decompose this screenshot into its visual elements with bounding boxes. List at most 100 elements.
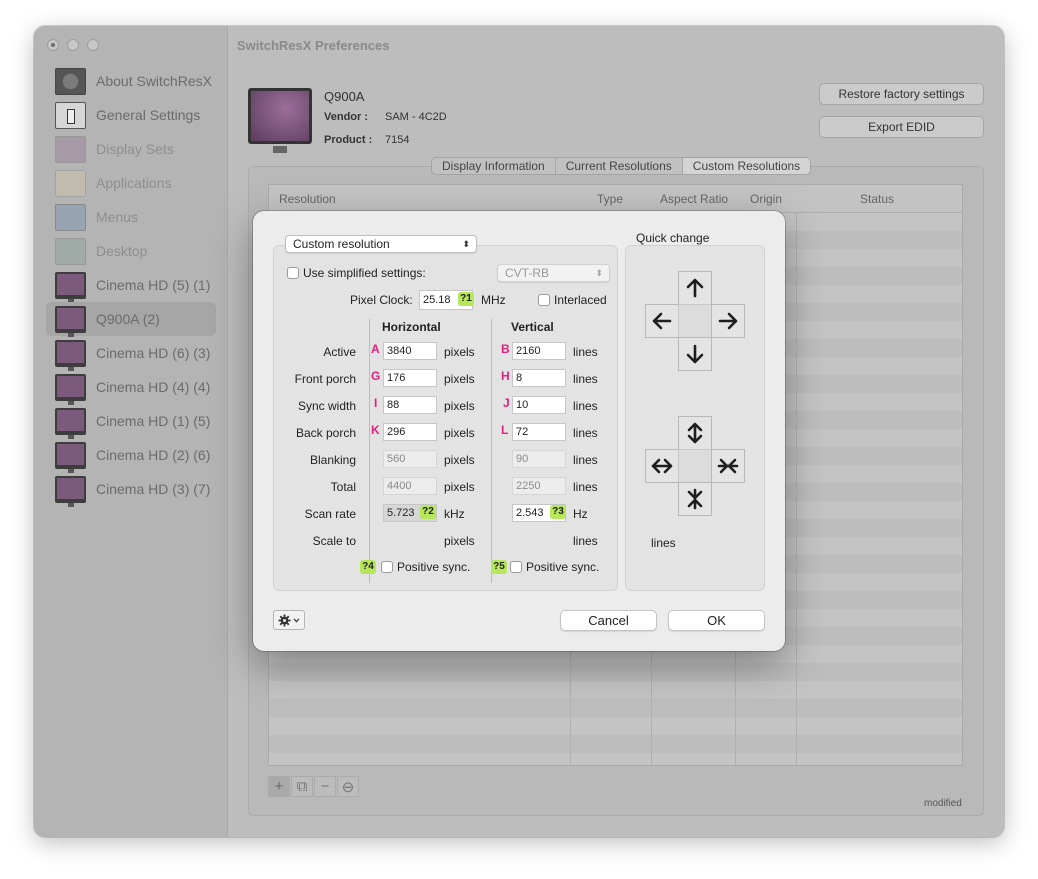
v-positive-sync-checkbox[interactable]	[510, 561, 522, 573]
marker-k: K	[371, 423, 380, 437]
scale-to-label: Scale to	[312, 534, 356, 548]
sidebar-item-display[interactable]: Cinema HD (1) (5)	[46, 404, 216, 439]
warning-4-icon[interactable]: ?4	[360, 560, 376, 574]
add-resolution-button[interactable]: +	[268, 776, 290, 797]
sidebar-item-about[interactable]: About SwitchResX	[46, 64, 216, 98]
sidebar-item-applications[interactable]: Applications	[46, 166, 216, 200]
h-front-porch-field[interactable]: 176	[383, 369, 437, 387]
v-front-porch-field[interactable]: 8	[512, 369, 566, 387]
sidebar: About SwitchResX General Settings Displa…	[34, 26, 228, 837]
column-header-aspect-ratio[interactable]: Aspect Ratio	[660, 192, 728, 206]
column-header-origin[interactable]: Origin	[750, 192, 782, 206]
table-toolbar: + ⧉ − ⊖	[268, 776, 359, 797]
remove-resolution-button[interactable]: −	[314, 776, 336, 797]
warning-2-icon[interactable]: ?2	[420, 505, 436, 519]
total-label: Total	[330, 480, 356, 494]
v-total-value: 2250	[516, 480, 541, 492]
v-total-field: 2250	[512, 477, 566, 495]
sidebar-item-display[interactable]: Cinema HD (4) (4)	[46, 370, 216, 405]
sidebar-item-display[interactable]: Cinema HD (5) (1)	[46, 268, 216, 303]
minimize-window-button[interactable]	[67, 39, 79, 51]
move-left-button[interactable]	[645, 304, 679, 338]
v-sync-width-unit: lines	[573, 399, 598, 413]
column-header-type[interactable]: Type	[597, 192, 623, 206]
expand-horizontal-button[interactable]	[645, 449, 679, 483]
sidebar-item-label: About SwitchResX	[96, 73, 212, 89]
sidebar-item-desktop[interactable]: Desktop	[46, 234, 216, 268]
sidebar-item-label: Applications	[96, 175, 172, 191]
monitor-icon	[55, 271, 86, 303]
tab-custom-resolutions[interactable]: Custom Resolutions	[682, 158, 811, 174]
h-active-field[interactable]: 3840	[383, 342, 437, 360]
sidebar-item-label: Desktop	[96, 243, 148, 259]
sidebar-item-display[interactable]: Q900A (2)	[46, 302, 216, 337]
v-back-porch-field[interactable]: 72	[512, 423, 566, 441]
v-positive-sync-label: Positive sync.	[526, 560, 600, 574]
applications-icon	[55, 169, 86, 197]
duplicate-resolution-button[interactable]: ⧉	[291, 776, 313, 797]
h-back-porch-field[interactable]: 296	[383, 423, 437, 441]
timing-standard-popup[interactable]: CVT-RB ⬍	[497, 264, 610, 282]
sidebar-item-display-sets[interactable]: Display Sets	[46, 132, 216, 166]
move-up-button[interactable]	[678, 271, 712, 305]
interlaced-checkbox[interactable]	[538, 294, 550, 306]
column-header-status[interactable]: Status	[860, 192, 894, 206]
ok-button[interactable]: OK	[668, 610, 765, 631]
sidebar-item-general-settings[interactable]: General Settings	[46, 98, 216, 132]
move-down-button[interactable]	[678, 337, 712, 371]
resolution-mode-popup[interactable]: Custom resolution ⬍	[285, 235, 477, 253]
v-sync-width-field[interactable]: 10	[512, 396, 566, 414]
simplified-settings-checkbox[interactable]	[287, 267, 299, 279]
vendor-row: Vendor : SAM - 4C2D	[324, 111, 447, 123]
expand-horizontal-icon	[651, 458, 673, 474]
zoom-window-button[interactable]	[87, 39, 99, 51]
sidebar-item-display[interactable]: Cinema HD (2) (6)	[46, 438, 216, 473]
v-front-porch-unit: lines	[573, 372, 598, 386]
horizontal-header: Horizontal	[382, 320, 441, 334]
close-window-button[interactable]	[47, 39, 59, 51]
v-scale-to-unit: lines	[573, 534, 598, 548]
warning-3-icon[interactable]: ?3	[550, 505, 566, 519]
h-back-porch-unit: pixels	[444, 426, 475, 440]
resize-center	[678, 449, 712, 483]
back-porch-label: Back porch	[295, 426, 356, 440]
tab-display-information[interactable]: Display Information	[432, 158, 556, 174]
move-right-button[interactable]	[711, 304, 745, 338]
h-active-unit: pixels	[444, 345, 475, 359]
v-active-value: 2160	[516, 345, 541, 357]
arrow-up-icon	[686, 278, 704, 298]
sidebar-item-display[interactable]: Cinema HD (6) (3)	[46, 336, 216, 371]
disable-resolution-button[interactable]: ⊖	[337, 776, 359, 797]
warning-1-icon[interactable]: ?1	[458, 292, 474, 306]
shrink-vertical-button[interactable]	[678, 482, 712, 516]
expand-vertical-button[interactable]	[678, 416, 712, 450]
quick-change-unit: lines	[651, 536, 676, 550]
display-name: Q900A	[324, 89, 365, 104]
vertical-divider	[491, 319, 492, 583]
v-blanking-unit: lines	[573, 453, 598, 467]
v-active-field[interactable]: 2160	[512, 342, 566, 360]
table-header: Resolution Type Aspect Ratio Origin Stat…	[269, 185, 962, 213]
export-edid-button[interactable]: Export EDID	[819, 116, 984, 138]
warning-5-icon[interactable]: ?5	[491, 560, 507, 574]
sidebar-item-label: General Settings	[96, 107, 201, 123]
sidebar-item-display[interactable]: Cinema HD (3) (7)	[46, 472, 216, 507]
h-scan-rate-value: 5.723	[387, 507, 415, 519]
sidebar-item-label: Cinema HD (5) (1)	[96, 277, 211, 293]
display-monitor-icon	[248, 88, 312, 153]
monitor-icon	[55, 373, 86, 405]
sidebar-item-menus[interactable]: Menus	[46, 200, 216, 234]
action-menu-button[interactable]	[273, 610, 305, 630]
shrink-horizontal-button[interactable]	[711, 449, 745, 483]
tab-current-resolutions[interactable]: Current Resolutions	[556, 158, 683, 174]
sidebar-item-label: Cinema HD (6) (3)	[96, 345, 211, 361]
monitor-icon	[55, 407, 86, 439]
marker-g: G	[371, 369, 381, 383]
cancel-button[interactable]: Cancel	[560, 610, 657, 631]
column-header-resolution[interactable]: Resolution	[279, 192, 336, 206]
monitor-icon	[55, 305, 86, 337]
h-positive-sync-checkbox[interactable]	[381, 561, 393, 573]
h-sync-width-field[interactable]: 88	[383, 396, 437, 414]
restore-factory-settings-button[interactable]: Restore factory settings	[819, 83, 984, 105]
table-row	[269, 699, 962, 717]
